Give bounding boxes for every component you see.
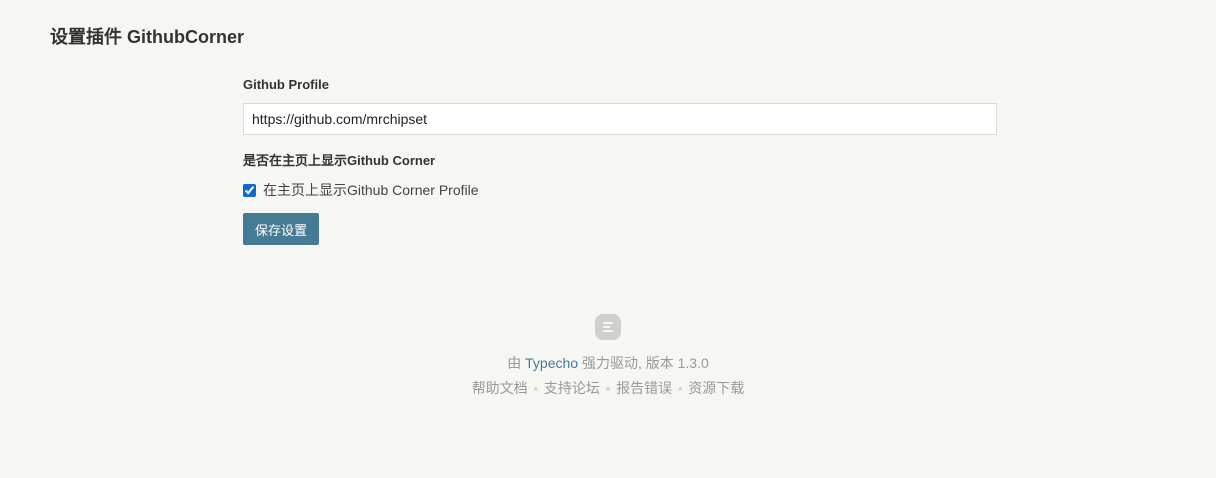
github-profile-label: Github Profile — [243, 77, 329, 92]
show-corner-checkbox[interactable] — [243, 183, 256, 197]
separator-dot: • — [533, 382, 538, 396]
version-text: 强力驱动, 版本 1.3.0 — [578, 355, 709, 371]
powered-prefix: 由 — [507, 355, 526, 371]
plugin-settings-form: Github Profile 是否在主页上显示Github Corner 在主页… — [243, 76, 997, 245]
save-settings-button[interactable]: 保存设置 — [243, 213, 320, 245]
show-corner-option[interactable]: 在主页上显示Github Corner Profile — [243, 181, 997, 199]
github-profile-input[interactable] — [243, 103, 997, 135]
typecho-logo-icon[interactable] — [595, 314, 621, 340]
footer-links: 帮助文档 • 支持论坛 • 报告错误 • 资源下载 — [0, 379, 1216, 398]
typecho-link[interactable]: Typecho — [525, 355, 578, 371]
resource-download-link[interactable]: 资源下载 — [688, 380, 744, 396]
powered-by: 由 Typecho 强力驱动, 版本 1.3.0 — [0, 354, 1216, 372]
support-forum-link[interactable]: 支持论坛 — [544, 380, 600, 396]
help-docs-link[interactable]: 帮助文档 — [472, 380, 528, 396]
show-corner-checkbox-label[interactable]: 在主页上显示Github Corner Profile — [263, 181, 479, 199]
show-corner-label: 是否在主页上显示Github Corner — [243, 153, 436, 168]
report-bug-link[interactable]: 报告错误 — [616, 380, 672, 396]
page-title: 设置插件 GithubCorner — [50, 27, 244, 47]
footer: 由 Typecho 强力驱动, 版本 1.3.0 帮助文档 • 支持论坛 • 报告错误 •… — [0, 314, 1216, 398]
separator-dot: • — [605, 382, 611, 396]
separator-dot: • — [678, 382, 683, 396]
